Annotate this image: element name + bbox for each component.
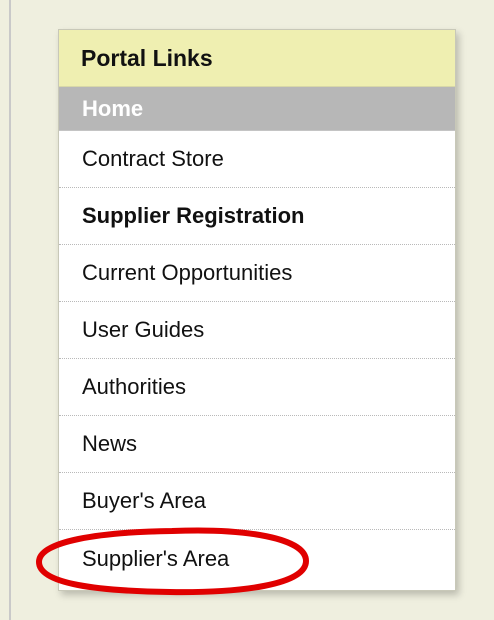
menu-item-contract-store[interactable]: Contract Store — [59, 131, 455, 188]
portal-links-menu: Home Contract Store Supplier Registratio… — [59, 87, 455, 587]
portal-links-panel: Portal Links Home Contract Store Supplie… — [58, 29, 456, 591]
menu-item-authorities[interactable]: Authorities — [59, 359, 455, 416]
menu-item-news[interactable]: News — [59, 416, 455, 473]
menu-item-buyers-area[interactable]: Buyer's Area — [59, 473, 455, 530]
menu-item-home[interactable]: Home — [59, 87, 455, 131]
menu-item-user-guides[interactable]: User Guides — [59, 302, 455, 359]
menu-item-suppliers-area[interactable]: Supplier's Area — [59, 530, 455, 587]
menu-item-current-opportunities[interactable]: Current Opportunities — [59, 245, 455, 302]
page-divider — [9, 0, 11, 620]
panel-title: Portal Links — [59, 30, 455, 87]
menu-item-supplier-registration[interactable]: Supplier Registration — [59, 188, 455, 245]
